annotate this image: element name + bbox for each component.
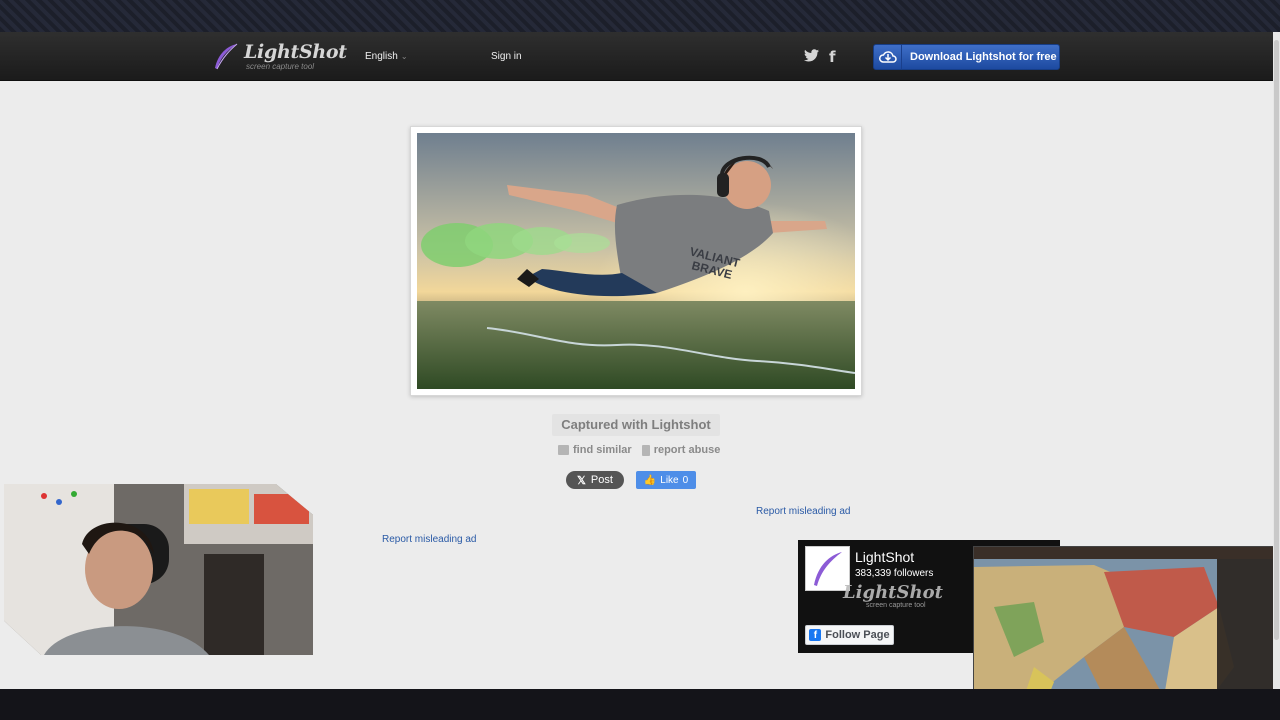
language-label: English bbox=[365, 51, 398, 62]
cloud-download-icon bbox=[874, 45, 902, 69]
x-post-button[interactable]: 𝕏 Post bbox=[566, 471, 624, 489]
download-lightshot-button[interactable]: Download Lightshot for free bbox=[873, 44, 1060, 70]
twitter-icon[interactable] bbox=[804, 49, 819, 62]
camera-icon bbox=[558, 445, 569, 455]
like-label: Like bbox=[660, 474, 679, 486]
feather-icon bbox=[814, 552, 842, 586]
fb-cover-logo: LightShot bbox=[843, 582, 943, 603]
top-background-strip bbox=[0, 0, 1280, 32]
fb-followers-count: 383,339 followers bbox=[855, 568, 934, 579]
report-misleading-ad-link[interactable]: Report misleading ad bbox=[382, 534, 477, 545]
fb-cover-tagline: screen capture tool bbox=[866, 602, 926, 609]
site-header: LightShot screen capture tool bbox=[0, 32, 1280, 81]
download-label: Download Lightshot for free bbox=[910, 51, 1057, 63]
document-icon bbox=[641, 444, 650, 456]
report-abuse-link[interactable]: report abuse bbox=[641, 444, 721, 456]
sign-in-link[interactable]: Sign in bbox=[491, 51, 522, 62]
facebook-icon: f bbox=[809, 629, 822, 641]
report-misleading-ad-link[interactable]: Report misleading ad bbox=[756, 506, 851, 517]
feather-icon bbox=[215, 43, 238, 70]
bottom-bar bbox=[0, 689, 1280, 720]
screenshot-frame: VALIANT BRAVE bbox=[410, 126, 862, 396]
report-abuse-label: report abuse bbox=[653, 444, 721, 456]
scrollbar-thumb[interactable] bbox=[1274, 40, 1279, 640]
scrollbar[interactable] bbox=[1273, 32, 1280, 689]
lightshot-logo[interactable]: LightShot screen capture tool bbox=[210, 42, 347, 72]
fb-follow-page-button[interactable]: f Follow Page bbox=[805, 625, 894, 645]
screenshot-image[interactable]: VALIANT BRAVE bbox=[417, 133, 855, 389]
fb-page-name[interactable]: LightShot bbox=[855, 549, 914, 565]
facebook-icon[interactable]: f bbox=[829, 48, 836, 66]
thumbs-up-icon: 👍 bbox=[643, 474, 657, 486]
logo-name: LightShot bbox=[244, 41, 347, 63]
chevron-down-icon: ⌄ bbox=[400, 52, 408, 61]
follow-page-label: Follow Page bbox=[825, 629, 890, 641]
post-label: Post bbox=[590, 474, 613, 486]
find-similar-label: find similar bbox=[573, 444, 632, 456]
captured-with-lightshot-label: Captured with Lightshot bbox=[552, 414, 720, 436]
like-count: 0 bbox=[682, 474, 689, 486]
image-tool-links: find similar report abuse bbox=[558, 444, 720, 456]
x-logo-icon: 𝕏 bbox=[577, 474, 586, 487]
find-similar-link[interactable]: find similar bbox=[558, 444, 632, 456]
webcam-overlay bbox=[4, 484, 313, 655]
facebook-like-button[interactable]: 👍 Like 0 bbox=[636, 471, 696, 489]
logo-tagline: screen capture tool bbox=[246, 62, 315, 71]
language-selector[interactable]: English ⌄ bbox=[365, 51, 408, 62]
